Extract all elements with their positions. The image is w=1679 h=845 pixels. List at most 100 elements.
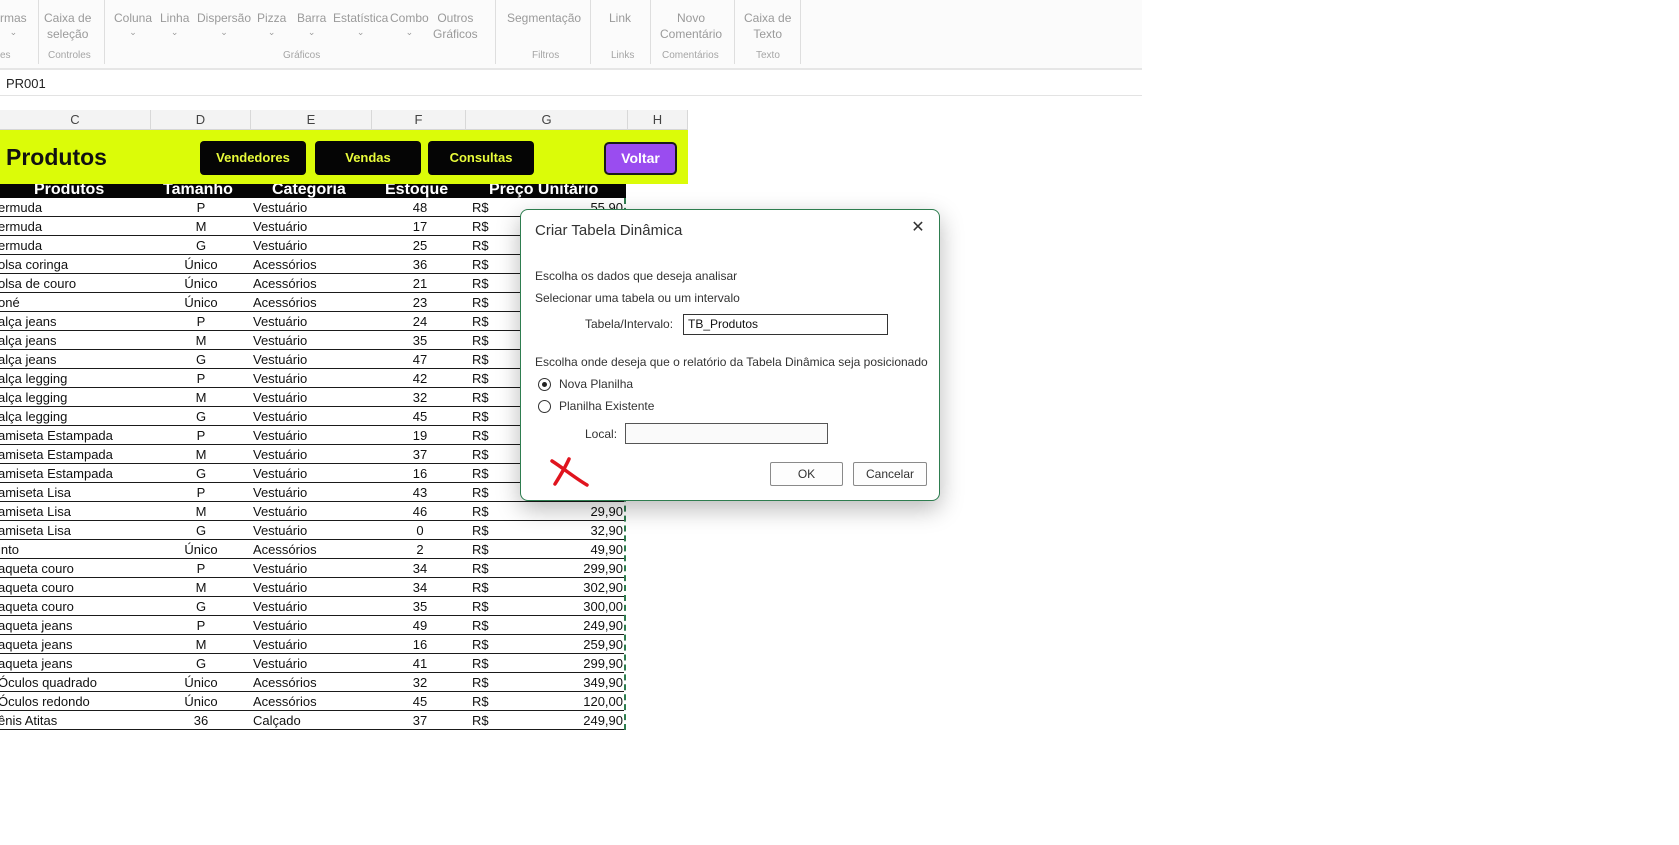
consultas-button[interactable]: Consultas [428,141,534,175]
statistic-chart-button[interactable]: Estatística ⌄ [333,10,388,38]
range-input[interactable]: TB_Produtos [683,314,888,335]
table-row[interactable]: ênis Atitas 36 Calçado 37 R$ 249,90 [0,711,624,730]
cell-currency[interactable]: R$ [472,521,489,540]
cell-produto[interactable]: amiseta Lisa [0,502,71,521]
cell-produto[interactable]: aqueta jeans [0,616,72,635]
cell-tamanho[interactable]: P [158,559,244,578]
table-row[interactable]: aqueta jeans P Vestuário 49 R$ 249,90 [0,616,624,635]
cell-preco[interactable]: 349,90 [520,673,623,692]
cell-categoria[interactable]: Vestuário [253,331,307,350]
cell-produto[interactable]: alça jeans [0,331,57,350]
cell-categoria[interactable]: Vestuário [253,483,307,502]
cell-produto[interactable]: ermuda [0,217,42,236]
cell-tamanho[interactable]: P [158,198,244,217]
cell-tamanho[interactable]: G [158,236,244,255]
cell-produto[interactable]: oné [0,293,20,312]
cell-currency[interactable]: R$ [472,559,489,578]
cell-produto[interactable]: ênis Atitas [0,711,57,730]
cell-categoria[interactable]: Vestuário [253,198,307,217]
cell-categoria[interactable]: Vestuário [253,578,307,597]
cell-tamanho[interactable]: P [158,312,244,331]
table-row[interactable]: amiseta Lisa G Vestuário 0 R$ 32,90 [0,521,624,540]
cell-tamanho[interactable]: Único [158,692,244,711]
cell-preco[interactable]: 49,90 [520,540,623,559]
cell-produto[interactable]: alça legging [0,388,67,407]
cell-estoque[interactable]: 37 [375,445,465,464]
table-row[interactable]: aqueta couro P Vestuário 34 R$ 299,90 [0,559,624,578]
cell-estoque[interactable]: 45 [375,407,465,426]
cell-categoria[interactable]: Vestuário [253,426,307,445]
cell-estoque[interactable]: 45 [375,692,465,711]
cell-tamanho[interactable]: 36 [158,711,244,730]
cell-tamanho[interactable]: M [158,388,244,407]
cell-currency[interactable]: R$ [472,464,489,483]
cell-estoque[interactable]: 2 [375,540,465,559]
cell-estoque[interactable]: 37 [375,711,465,730]
bar-chart-button[interactable]: Barra ⌄ [297,10,326,38]
cell-produto[interactable]: aqueta couro [0,559,74,578]
cell-tamanho[interactable]: G [158,521,244,540]
cell-currency[interactable]: R$ [472,635,489,654]
link-button[interactable]: Link [609,10,631,26]
cell-preco[interactable]: 120,00 [520,692,623,711]
cell-categoria[interactable]: Acessórios [253,274,317,293]
cell-produto[interactable]: aqueta jeans [0,635,72,654]
cell-currency[interactable]: R$ [472,198,489,217]
cell-categoria[interactable]: Acessórios [253,692,317,711]
cell-produto[interactable]: Óculos redondo [0,692,90,711]
cell-preco[interactable]: 302,90 [520,578,623,597]
cell-categoria[interactable]: Vestuário [253,445,307,464]
vendas-button[interactable]: Vendas [315,141,421,175]
existing-worksheet-radio[interactable] [538,400,551,413]
cell-produto[interactable]: amiseta Estampada [0,445,113,464]
cell-produto[interactable]: alça legging [0,407,67,426]
cell-currency[interactable]: R$ [472,407,489,426]
cell-tamanho[interactable]: M [158,331,244,350]
checkbox-control-button[interactable]: Caixa de seleção [44,10,91,42]
cell-categoria[interactable]: Vestuário [253,635,307,654]
table-row[interactable]: aqueta jeans G Vestuário 41 R$ 299,90 [0,654,624,673]
table-row[interactable]: aqueta jeans M Vestuário 16 R$ 259,90 [0,635,624,654]
column-header-e[interactable]: E [251,110,372,130]
cell-currency[interactable]: R$ [472,540,489,559]
cell-tamanho[interactable]: M [158,635,244,654]
cell-currency[interactable]: R$ [472,692,489,711]
cell-produto[interactable]: olsa coringa [0,255,68,274]
cell-categoria[interactable]: Acessórios [253,540,317,559]
cell-estoque[interactable]: 0 [375,521,465,540]
vendedores-button[interactable]: Vendedores [200,141,306,175]
cell-categoria[interactable]: Vestuário [253,559,307,578]
close-icon[interactable]: ✕ [908,218,928,238]
cell-categoria[interactable]: Vestuário [253,217,307,236]
cell-categoria[interactable]: Vestuário [253,521,307,540]
cell-estoque[interactable]: 25 [375,236,465,255]
cell-currency[interactable]: R$ [472,616,489,635]
cell-estoque[interactable]: 42 [375,369,465,388]
cell-estoque[interactable]: 47 [375,350,465,369]
table-row[interactable]: Óculos quadrado Único Acessórios 32 R$ 349,90 [0,673,624,692]
cell-estoque[interactable]: 43 [375,483,465,502]
column-header-f[interactable]: F [372,110,466,130]
combo-chart-button[interactable]: Combo ⌄ [390,10,429,38]
cell-estoque[interactable]: 21 [375,274,465,293]
cell-preco[interactable]: 249,90 [520,616,623,635]
cell-categoria[interactable]: Vestuário [253,464,307,483]
column-chart-button[interactable]: Coluna ⌄ [114,10,152,38]
cell-tamanho[interactable]: P [158,426,244,445]
cell-categoria[interactable]: Vestuário [253,388,307,407]
table-row[interactable]: into Único Acessórios 2 R$ 49,90 [0,540,624,559]
text-box-button[interactable]: Caixa de Texto [744,10,791,42]
cell-estoque[interactable]: 32 [375,673,465,692]
cell-currency[interactable]: R$ [472,388,489,407]
cell-estoque[interactable]: 48 [375,198,465,217]
cell-categoria[interactable]: Vestuário [253,312,307,331]
cell-currency[interactable]: R$ [472,654,489,673]
cell-estoque[interactable]: 41 [375,654,465,673]
cell-estoque[interactable]: 23 [375,293,465,312]
column-header-h[interactable]: H [628,110,688,130]
column-header-c[interactable]: C [0,110,151,130]
cell-categoria[interactable]: Acessórios [253,293,317,312]
cell-currency[interactable]: R$ [472,673,489,692]
cell-currency[interactable]: R$ [472,217,489,236]
cell-currency[interactable]: R$ [472,274,489,293]
